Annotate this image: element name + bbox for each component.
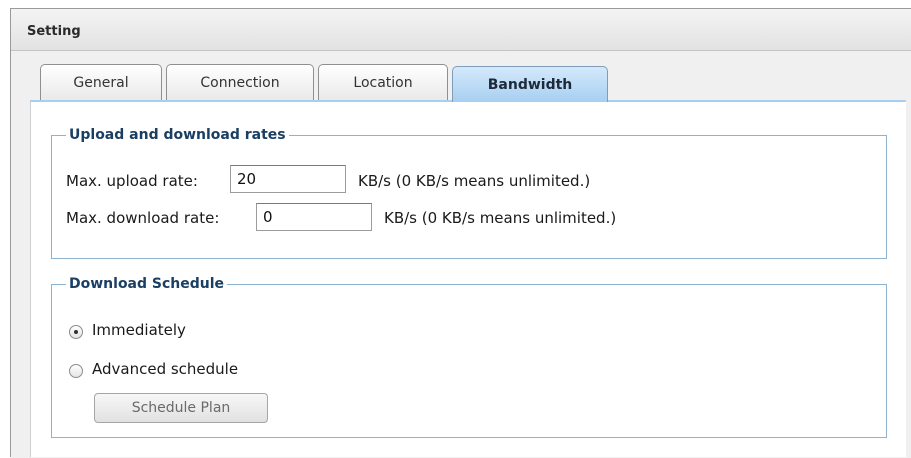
download-rate-label: Max. download rate: <box>66 209 220 227</box>
schedule-plan-button[interactable]: Schedule Plan <box>94 393 268 423</box>
tab-location[interactable]: Location <box>318 64 448 100</box>
tab-connection[interactable]: Connection <box>166 64 314 100</box>
download-rate-unit-note: KB/s (0 KB/s means unlimited.) <box>384 209 617 227</box>
immediately-label[interactable]: Immediately <box>92 321 186 339</box>
tab-bandwidth[interactable]: Bandwidth <box>452 66 608 102</box>
page-title: Setting <box>27 24 81 39</box>
rates-group: Upload and download rates <box>51 127 887 259</box>
upload-rate-label: Max. upload rate: <box>66 172 198 190</box>
advanced-schedule-label[interactable]: Advanced schedule <box>92 360 238 378</box>
download-rate-input[interactable] <box>256 203 372 231</box>
schedule-group-legend: Download Schedule <box>69 276 225 292</box>
advanced-schedule-radio[interactable] <box>69 364 83 378</box>
settings-header: Setting <box>11 9 911 51</box>
upload-rate-input[interactable] <box>230 165 346 193</box>
tab-general[interactable]: General <box>40 64 162 100</box>
rates-group-legend: Upload and download rates <box>69 127 286 143</box>
immediately-radio[interactable] <box>69 325 83 339</box>
upload-rate-unit-note: KB/s (0 KB/s means unlimited.) <box>358 172 591 190</box>
